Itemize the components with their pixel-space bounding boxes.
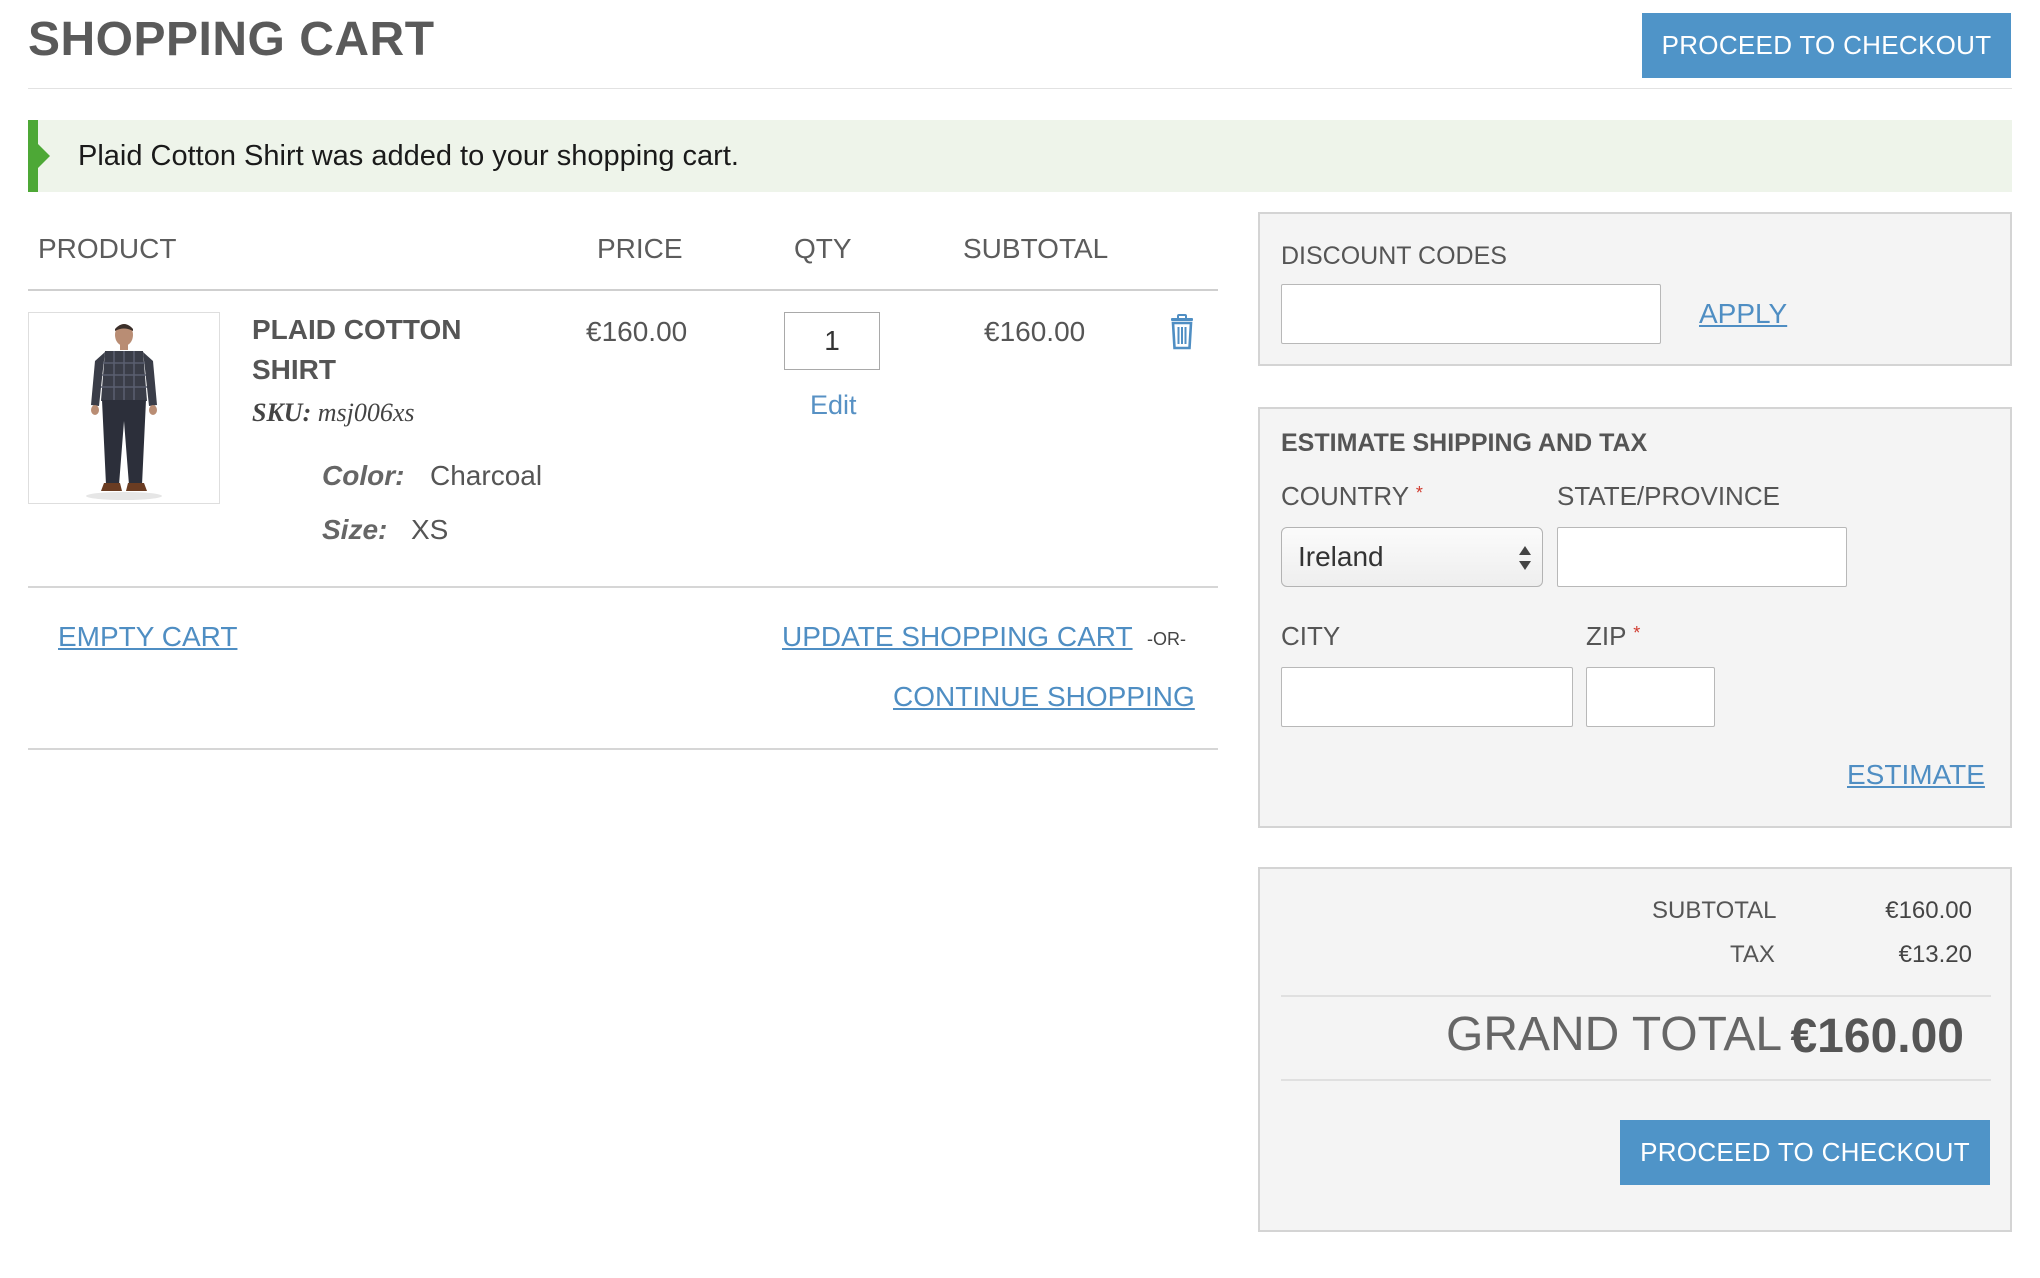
summary-divider-top [1281, 995, 1991, 997]
empty-cart-link[interactable]: EMPTY CART [58, 621, 237, 653]
actions-divider [28, 748, 1218, 750]
summary-tax-value: €13.20 [1898, 941, 1972, 968]
qty-input[interactable]: 1 [784, 312, 880, 370]
product-name-line-2: SHIRT [252, 354, 336, 385]
item-subtotal: €160.00 [984, 316, 1086, 347]
product-photo-man-in-shirt [29, 313, 219, 503]
discount-codes-title: DISCOUNT CODES [1281, 242, 1507, 270]
country-select-value: Ireland [1298, 541, 1384, 572]
proceed-to-checkout-button-bottom[interactable]: PROCEED TO CHECKOUT [1620, 1120, 1990, 1185]
or-separator: -OR- [1147, 629, 1186, 649]
grand-total-value: €160.00 [1790, 1010, 1964, 1063]
sku-value: msj006xs [317, 398, 415, 427]
trash-icon[interactable] [1166, 314, 1198, 355]
country-select[interactable]: Ireland [1281, 527, 1543, 587]
discount-codes-panel: DISCOUNT CODES APPLY [1258, 212, 2012, 366]
success-message-text: Plaid Cotton Shirt was added to your sho… [78, 140, 739, 172]
summary-divider-bottom [1281, 1079, 1991, 1081]
summary-tax-label: TAX [1730, 941, 1775, 968]
product-image[interactable] [28, 312, 220, 504]
summary-subtotal-value: €160.00 [1885, 897, 1972, 924]
apply-discount-link[interactable]: APPLY [1699, 298, 1787, 330]
country-label-text: COUNTRY [1281, 481, 1409, 511]
column-header-subtotal: SUBTOTAL [963, 233, 1109, 264]
product-name[interactable]: PLAID COTTON SHIRT [252, 310, 502, 390]
zip-label: ZIP * [1586, 621, 1640, 652]
column-header-price: PRICE [597, 233, 683, 264]
option-value-size: XS [411, 514, 449, 545]
continue-shopping-link[interactable]: CONTINUE SHOPPING [893, 681, 1195, 713]
success-message: Plaid Cotton Shirt was added to your sho… [28, 120, 2012, 192]
edit-item-link[interactable]: Edit [810, 390, 857, 421]
zip-label-text: ZIP [1586, 621, 1626, 651]
city-input[interactable] [1281, 667, 1573, 727]
discount-code-input[interactable] [1281, 284, 1661, 344]
summary-subtotal-label: SUBTOTAL [1652, 897, 1777, 924]
zip-input[interactable] [1586, 667, 1715, 727]
column-header-qty: QTY [794, 233, 852, 264]
required-mark: * [1633, 623, 1641, 643]
caret-right-icon [38, 144, 50, 168]
item-price: €160.00 [586, 316, 688, 347]
sku-label: SKU: [252, 398, 312, 427]
column-header-product: PRODUCT [38, 233, 177, 264]
estimate-shipping-title: ESTIMATE SHIPPING AND TAX [1281, 429, 1648, 457]
select-arrows-icon [1519, 546, 1531, 570]
option-label-color: Color: [322, 460, 405, 491]
state-province-label: STATE/PROVINCE [1557, 481, 1780, 511]
product-sku: SKU: msj006xs [252, 398, 415, 428]
table-header-divider [28, 289, 1218, 291]
item-divider [28, 586, 1218, 588]
header-divider [28, 88, 2012, 89]
update-shopping-cart-link[interactable]: UPDATE SHOPPING CART [782, 621, 1133, 653]
page-title: SHOPPING CART [28, 13, 435, 66]
estimate-link[interactable]: ESTIMATE [1847, 759, 1985, 791]
city-label: CITY [1281, 621, 1341, 651]
country-label: COUNTRY * [1281, 481, 1423, 512]
option-label-size: Size: [322, 514, 388, 545]
product-name-line-1: PLAID COTTON [252, 314, 462, 345]
estimate-shipping-panel: ESTIMATE SHIPPING AND TAX COUNTRY * STAT… [1258, 407, 2012, 828]
option-value-color: Charcoal [430, 460, 543, 491]
required-mark: * [1415, 483, 1423, 503]
proceed-to-checkout-button[interactable]: PROCEED TO CHECKOUT [1642, 13, 2011, 78]
state-province-input[interactable] [1557, 527, 1847, 587]
